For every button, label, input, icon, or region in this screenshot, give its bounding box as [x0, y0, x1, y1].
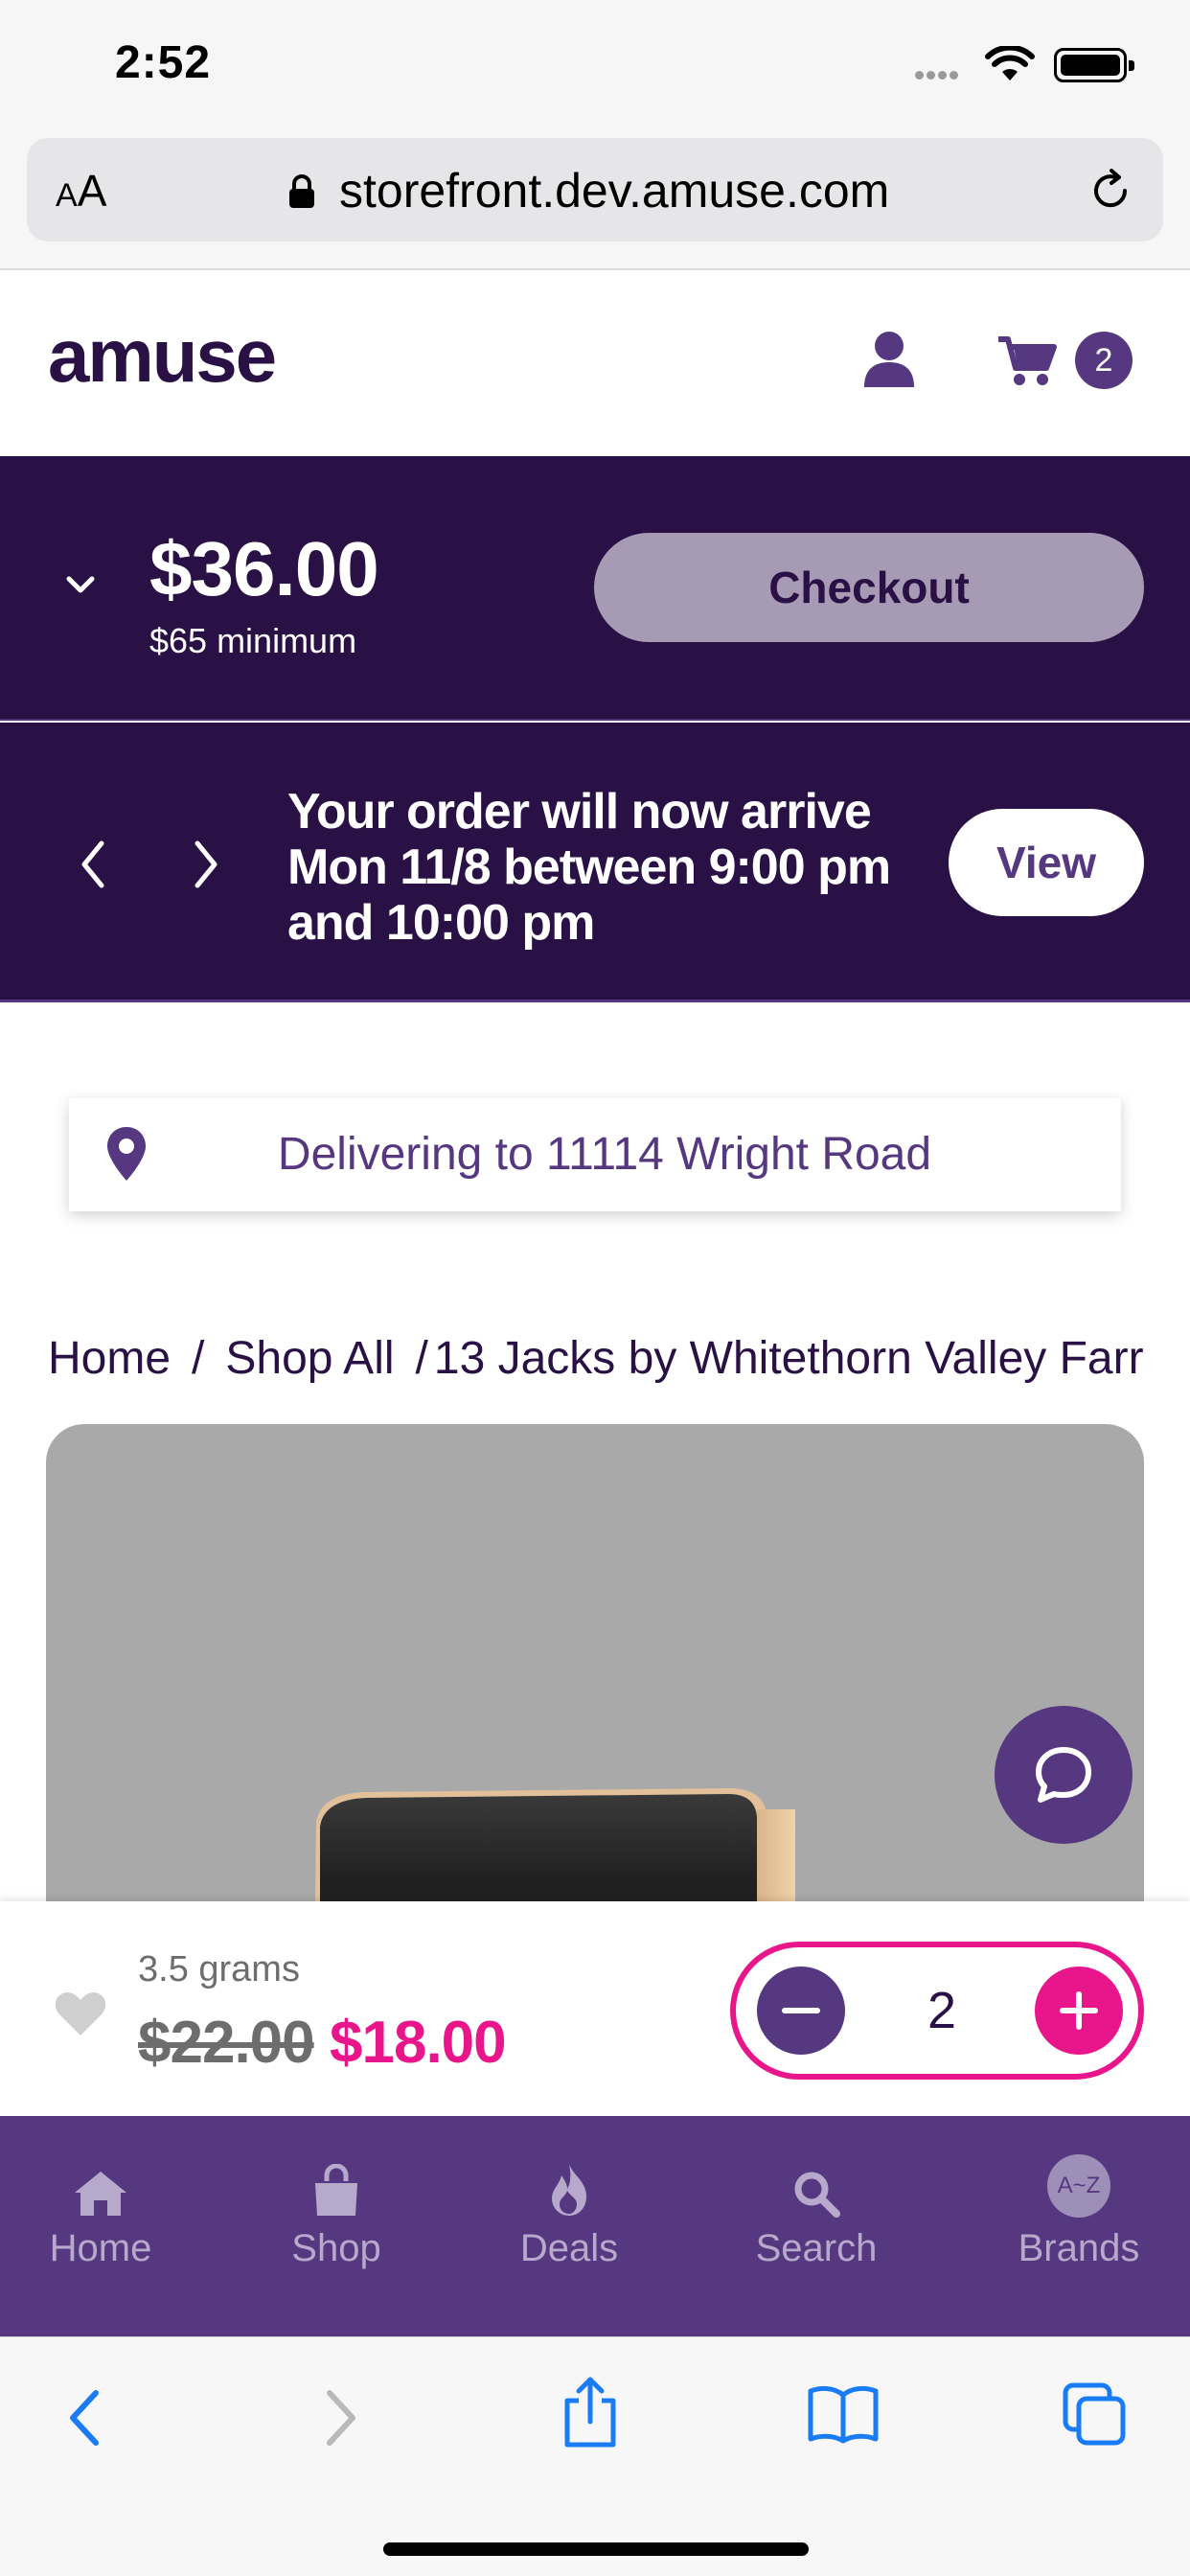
browser-toolbar: [0, 2336, 1190, 2576]
breadcrumb-home[interactable]: Home: [48, 1333, 171, 1384]
cart-icon[interactable]: [996, 334, 1058, 392]
nav-label: Search: [755, 2227, 878, 2269]
tabs-icon[interactable]: [1062, 2381, 1127, 2451]
quantity-stepper: 2: [730, 1942, 1144, 2080]
delivery-banner: Your order will now arrive Mon 11/8 betw…: [0, 723, 1190, 1002]
shopping-bag-icon: [240, 2150, 432, 2218]
product-image[interactable]: [46, 1424, 1144, 1922]
increase-quantity-button[interactable]: [1035, 1966, 1123, 2055]
quantity-value: 2: [927, 1982, 957, 2039]
nav-item-shop[interactable]: Shop: [240, 2150, 432, 2270]
home-icon: [5, 2150, 196, 2218]
breadcrumb-separator: /: [415, 1333, 428, 1384]
sale-price: $18.00: [330, 2010, 507, 2076]
lock-icon: [287, 174, 316, 214]
chevron-right-icon[interactable]: [190, 838, 224, 896]
forward-arrow-icon[interactable]: [322, 2387, 360, 2453]
nav-label: Shop: [291, 2227, 381, 2269]
original-price: $22.00: [138, 2010, 315, 2076]
home-indicator: [383, 2542, 809, 2556]
heart-icon[interactable]: [54, 1990, 107, 2042]
nav-label: Deals: [519, 2227, 619, 2269]
account-icon[interactable]: [860, 330, 918, 394]
site-header: amuse 2: [0, 272, 1190, 456]
share-icon[interactable]: [560, 2376, 621, 2453]
browser-address-area: AA storefront.dev.amuse.com: [0, 134, 1190, 270]
location-pin-icon: [105, 1125, 148, 1187]
chevron-down-icon[interactable]: [63, 573, 98, 601]
svg-text:amuse: amuse: [48, 322, 275, 398]
a-z-icon: A~Z: [983, 2150, 1175, 2218]
breadcrumb-shop-all[interactable]: Shop All: [225, 1333, 394, 1384]
address-bar[interactable]: AA storefront.dev.amuse.com: [27, 138, 1163, 242]
reload-icon[interactable]: [1087, 167, 1134, 219]
chat-bubble-icon: [1036, 1747, 1091, 1803]
cellular-signal-icon: [915, 67, 961, 84]
wifi-icon: [985, 44, 1035, 87]
chat-button[interactable]: [995, 1706, 1133, 1844]
product-weight: 3.5 grams: [138, 1949, 300, 1990]
nav-item-home[interactable]: Home: [5, 2150, 196, 2270]
decrease-quantity-button[interactable]: [757, 1966, 845, 2055]
nav-item-deals[interactable]: Deals: [473, 2150, 665, 2270]
status-bar: 2:52: [0, 0, 1190, 134]
battery-icon: [1054, 48, 1134, 82]
breadcrumb-separator: /: [192, 1333, 205, 1384]
delivery-address-button[interactable]: Delivering to 11114 Wright Road: [69, 1098, 1121, 1211]
text-size-button[interactable]: AA: [56, 165, 106, 217]
view-button[interactable]: View: [949, 809, 1144, 916]
nav-label: Brands: [1018, 2227, 1140, 2269]
cart-count-badge[interactable]: 2: [1075, 332, 1133, 389]
nav-item-search[interactable]: Search: [721, 2150, 912, 2270]
delivery-address-text: Delivering to 11114 Wright Road: [277, 1129, 932, 1180]
nav-item-brands[interactable]: A~Z Brands: [983, 2150, 1175, 2270]
flame-icon: [473, 2150, 665, 2218]
delivery-message: Your order will now arrive Mon 11/8 betw…: [287, 784, 891, 951]
nav-label: Home: [49, 2227, 152, 2269]
checkout-button[interactable]: Checkout: [594, 533, 1144, 642]
breadcrumb: Home / Shop All/13 Jacks by Whitethorn Val…: [48, 1332, 1150, 1399]
cart-summary-bar: $36.00 $65 minimum Checkout: [0, 456, 1190, 721]
bottom-nav: Home Shop Deals Search A~Z Brands: [0, 2116, 1190, 2336]
breadcrumb-current: 13 Jacks by Whitethorn Valley Farr: [433, 1333, 1144, 1384]
cart-total: $36.00: [149, 526, 379, 611]
search-icon: [721, 2150, 912, 2218]
bookmarks-icon[interactable]: [807, 2383, 880, 2450]
purchase-bar: 3.5 grams $22.00 $18.00 2: [0, 1901, 1190, 2116]
minimum-order-note: $65 minimum: [149, 621, 357, 660]
chevron-left-icon[interactable]: [75, 838, 109, 896]
status-time: 2:52: [115, 37, 212, 88]
amuse-logo[interactable]: amuse: [48, 313, 335, 405]
back-arrow-icon[interactable]: [65, 2387, 103, 2453]
url-text[interactable]: storefront.dev.amuse.com: [339, 163, 889, 218]
